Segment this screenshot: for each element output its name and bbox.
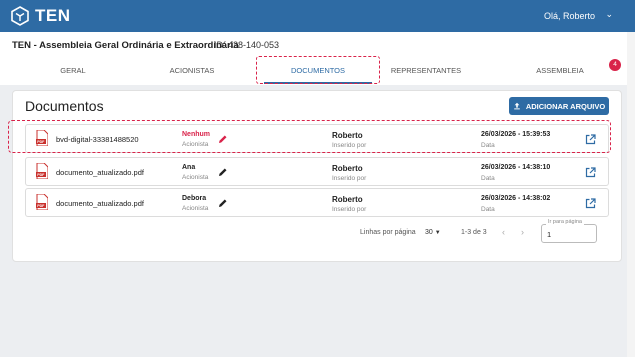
prev-page-icon[interactable]: ‹ [502, 227, 505, 237]
date-label: Data [481, 175, 495, 182]
logo[interactable]: TEN [10, 6, 71, 26]
shareholder-label: Acionista [182, 174, 209, 181]
user-greeting[interactable]: Olá, Roberto [544, 11, 595, 21]
open-external-icon[interactable] [585, 198, 596, 209]
pdf-file-icon: PDF [36, 194, 48, 210]
notification-badge: 4 [609, 59, 621, 71]
shareholder-name: Ana [182, 164, 196, 171]
rows-per-page-select[interactable]: 30 ▼ [425, 229, 441, 236]
tab-acionistas[interactable]: ACIONISTAS [132, 66, 252, 75]
inserted-by-name: Roberto [332, 195, 363, 204]
edit-icon[interactable] [218, 198, 228, 208]
go-to-page-input[interactable]: Ir para página 1 [541, 219, 597, 243]
tab-representantes[interactable]: REPRESENTANTES [366, 66, 486, 75]
edit-icon[interactable] [218, 167, 228, 177]
tab-geral[interactable]: GERAL [13, 66, 133, 75]
tab-highlight-box [256, 56, 380, 84]
inserted-by-label: Inserido por [332, 175, 367, 182]
documents-card: Documentos ADICIONAR ARQUIVO PDF bvd-dig… [12, 90, 622, 262]
page-range: 1-3 de 3 [461, 229, 487, 236]
logo-icon [11, 6, 29, 26]
documents-title: Documentos [25, 98, 104, 114]
document-date: 26/03/2026 - 14:38:10 [481, 164, 551, 171]
svg-text:PDF: PDF [37, 204, 45, 208]
svg-text:PDF: PDF [37, 173, 45, 177]
inserted-by-label: Inserido por [332, 206, 367, 213]
chevron-down-icon[interactable]: ⌄ [605, 9, 613, 20]
date-label: Data [481, 206, 495, 213]
row-highlight-box [8, 120, 611, 153]
page-number: 1 [547, 230, 552, 239]
rows-per-page-label: Linhas por página [360, 229, 416, 236]
dropdown-arrow-icon: ▼ [434, 230, 441, 236]
assembly-header: TEN - Assembleia Geral Ordinária e Extra… [0, 32, 627, 85]
add-file-button[interactable]: ADICIONAR ARQUIVO [509, 97, 609, 115]
file-name[interactable]: documento_atualizado.pdf [56, 199, 144, 208]
document-row[interactable]: PDF documento_atualizado.pdf Debora Acio… [25, 188, 609, 217]
open-external-icon[interactable] [585, 167, 596, 178]
top-bar: TEN Olá, Roberto ⌄ [0, 0, 635, 32]
rows-per-page-value: 30 [425, 229, 433, 236]
assembly-id: ID: 428-140-053 [214, 40, 280, 50]
shareholder-label: Acionista [182, 205, 209, 212]
add-file-label: ADICIONAR ARQUIVO [525, 101, 606, 111]
pdf-file-icon: PDF [36, 163, 48, 179]
file-name[interactable]: documento_atualizado.pdf [56, 168, 144, 177]
next-page-icon[interactable]: › [521, 227, 524, 237]
go-to-page-label: Ir para página [546, 219, 584, 225]
scrollbar[interactable] [627, 32, 635, 357]
assembly-title: TEN - Assembleia Geral Ordinária e Extra… [12, 40, 239, 51]
document-date: 26/03/2026 - 14:38:02 [481, 195, 551, 202]
shareholder-name: Debora [182, 195, 207, 202]
logo-text: TEN [35, 6, 71, 25]
document-row[interactable]: PDF documento_atualizado.pdf Ana Acionis… [25, 157, 609, 186]
inserted-by-name: Roberto [332, 164, 363, 173]
upload-icon [514, 102, 520, 110]
tab-assembleia[interactable]: ASSEMBLEIA [500, 66, 620, 75]
